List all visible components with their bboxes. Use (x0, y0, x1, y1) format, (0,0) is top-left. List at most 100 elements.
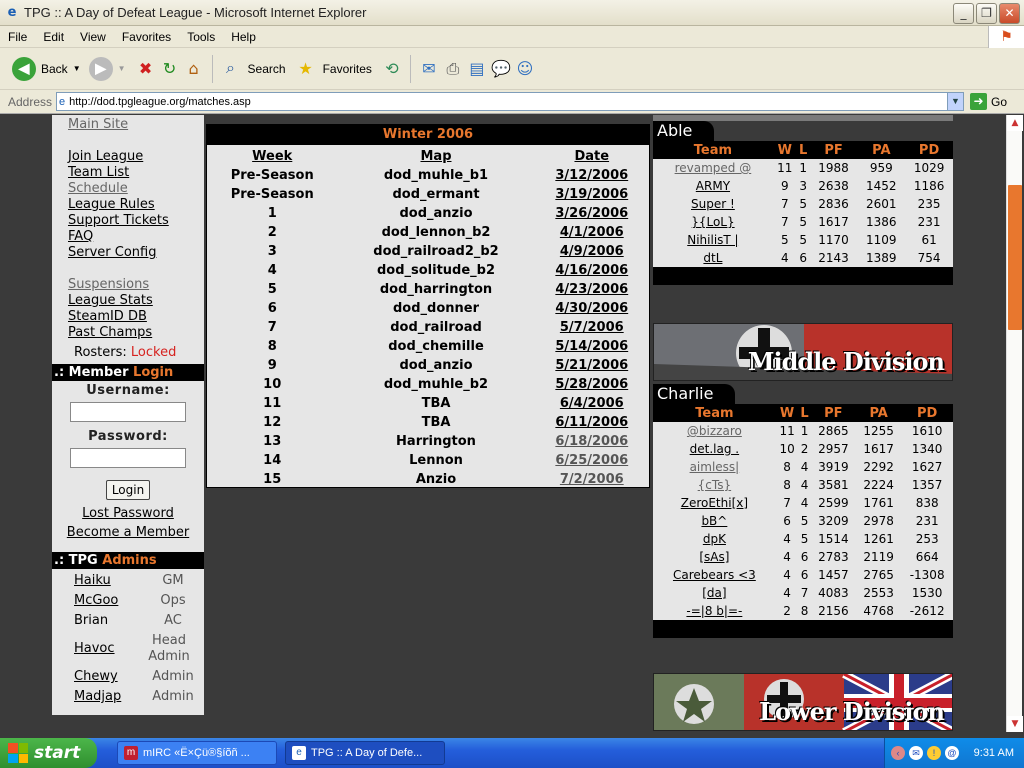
nav-past-champs[interactable]: Past Champs (68, 325, 204, 341)
menu-view[interactable]: View (72, 30, 114, 44)
go-button[interactable]: ➜ Go (970, 93, 1007, 110)
menu-favorites[interactable]: Favorites (114, 30, 179, 44)
team-link[interactable]: NihilisT | (653, 231, 773, 249)
history-icon[interactable]: ⟲ (380, 57, 404, 81)
schedule-date-link[interactable]: 6/11/2006 (535, 413, 649, 432)
discuss-icon[interactable]: 💬 (489, 57, 513, 81)
schedule-date-link[interactable]: 5/7/2006 (535, 318, 649, 337)
address-input[interactable]: e http://dod.tpgleague.org/matches.asp ▼ (56, 92, 964, 111)
page-scrollbar[interactable]: ▲ ▼ (1006, 115, 1023, 732)
schedule-date-link[interactable]: 6/18/2006 (535, 432, 649, 451)
taskbar-item-ie[interactable]: e TPG :: A Day of Defe... (285, 741, 445, 765)
team-link[interactable]: ARMY (653, 177, 773, 195)
schedule-week: 11 (263, 396, 282, 411)
address-dropdown-icon[interactable]: ▼ (947, 93, 963, 110)
nav-server-config[interactable]: Server Config (68, 245, 204, 261)
nav-suspensions[interactable]: Suspensions (68, 277, 204, 293)
admin-name[interactable]: Madjap (52, 687, 142, 707)
password-input[interactable] (70, 448, 186, 468)
schedule-date-link[interactable]: 4/9/2006 (535, 242, 649, 261)
admin-name[interactable]: Havoc (52, 641, 142, 657)
schedule-date-link[interactable]: 3/26/2006 (535, 204, 649, 223)
nav-league-rules[interactable]: League Rules (68, 197, 204, 213)
print-icon[interactable]: ⎙ (441, 57, 465, 81)
schedule-date-link[interactable]: 5/28/2006 (535, 375, 649, 394)
tray-network-icon[interactable]: @ (945, 746, 959, 760)
mail-icon[interactable]: ✉ (417, 57, 441, 81)
tray-arrow-icon[interactable]: ‹ (891, 746, 905, 760)
team-link[interactable]: dtL (653, 249, 773, 267)
scroll-down-icon[interactable]: ▼ (1007, 716, 1023, 732)
messenger-icon[interactable]: ☺ (513, 57, 537, 81)
back-button[interactable]: ◀ Back ▼ (12, 56, 81, 81)
menu-tools[interactable]: Tools (179, 30, 223, 44)
schedule-date-link[interactable]: 4/30/2006 (535, 299, 649, 318)
login-button[interactable]: Login (105, 480, 151, 500)
team-link[interactable]: Carebears <3 (653, 566, 776, 584)
team-link[interactable]: ZeroEthi[x] (653, 494, 776, 512)
team-link[interactable]: bB^ (653, 512, 776, 530)
team-link[interactable]: revamped @ (653, 159, 773, 177)
schedule-date-link[interactable]: 5/14/2006 (535, 337, 649, 356)
team-link[interactable]: aimless| (653, 458, 776, 476)
standings-l: 6 (799, 251, 808, 265)
schedule-date-link[interactable]: 4/23/2006 (535, 280, 649, 299)
schedule-date-link[interactable]: 6/25/2006 (535, 451, 649, 470)
close-button[interactable]: ✕ (999, 3, 1020, 24)
tray-alert-icon[interactable]: ! (927, 746, 941, 760)
favorites-button[interactable]: ★ Favorites (294, 57, 372, 81)
team-link[interactable]: dpK (653, 530, 776, 548)
lost-password-link[interactable]: Lost Password (52, 504, 204, 523)
tray-chat-icon[interactable]: ✉ (909, 746, 923, 760)
search-button[interactable]: ⌕ Search (219, 57, 286, 81)
refresh-icon[interactable]: ↻ (158, 57, 182, 81)
charlie-header: Charlie (653, 384, 953, 404)
schedule-date-link[interactable]: 5/21/2006 (535, 356, 649, 375)
standings-pf: 2836 (818, 197, 849, 211)
scroll-thumb[interactable] (1008, 185, 1022, 330)
start-button[interactable]: start (0, 738, 97, 768)
nav-faq[interactable]: FAQ (68, 229, 204, 245)
forward-dropdown-icon[interactable]: ▼ (118, 64, 126, 73)
nav-main-site[interactable]: Main Site (68, 117, 204, 133)
team-link[interactable]: }{LoL} (653, 213, 773, 231)
team-link[interactable]: [da] (653, 584, 776, 602)
schedule-date-link[interactable]: 4/1/2006 (535, 223, 649, 242)
admin-name[interactable]: Haiku (52, 571, 142, 591)
menu-file[interactable]: File (0, 30, 35, 44)
username-input[interactable] (70, 402, 186, 422)
team-link[interactable]: det.lag . (653, 440, 776, 458)
nav-support-tickets[interactable]: Support Tickets (68, 213, 204, 229)
admin-name[interactable]: Chewy (52, 667, 142, 687)
schedule-date-link[interactable]: 3/12/2006 (535, 166, 649, 185)
taskbar-item-mirc[interactable]: m mIRC «Ë×Çü®§íõñ ... (117, 741, 277, 765)
schedule-date-link[interactable]: 3/19/2006 (535, 185, 649, 204)
forward-button[interactable]: ▶ ▼ (88, 56, 126, 81)
schedule-date-link[interactable]: 4/16/2006 (535, 261, 649, 280)
team-link[interactable]: -=|8 b|=- (653, 602, 776, 620)
edit-icon[interactable]: ▤ (465, 57, 489, 81)
nav-team-list[interactable]: Team List (68, 165, 204, 181)
become-member-link[interactable]: Become a Member (52, 523, 204, 542)
stop-icon[interactable]: ✖ (134, 57, 158, 81)
maximize-button[interactable]: ❐ (976, 3, 997, 24)
nav-league-stats[interactable]: League Stats (68, 293, 204, 309)
schedule-date-link[interactable]: 7/2/2006 (535, 470, 649, 489)
scroll-up-icon[interactable]: ▲ (1007, 115, 1023, 131)
team-link[interactable]: @bizzaro (653, 422, 776, 440)
team-link[interactable]: {cTs} (653, 476, 776, 494)
team-link[interactable]: Super ! (653, 195, 773, 213)
menu-help[interactable]: Help (223, 30, 264, 44)
schedule-date-link[interactable]: 6/4/2006 (535, 394, 649, 413)
admin-name[interactable]: McGoo (52, 591, 142, 611)
nav-steamid-db[interactable]: SteamID DB (68, 309, 204, 325)
home-icon[interactable]: ⌂ (182, 57, 206, 81)
team-link[interactable]: [sAs] (653, 548, 776, 566)
back-dropdown-icon[interactable]: ▼ (73, 64, 81, 73)
standings-pd: 231 (915, 514, 939, 528)
minimize-button[interactable]: _ (953, 3, 974, 24)
menu-edit[interactable]: Edit (35, 30, 72, 44)
nav-join-league[interactable]: Join League (68, 149, 204, 165)
nav-schedule[interactable]: Schedule (68, 181, 204, 197)
ie-icon: e (7, 4, 17, 20)
